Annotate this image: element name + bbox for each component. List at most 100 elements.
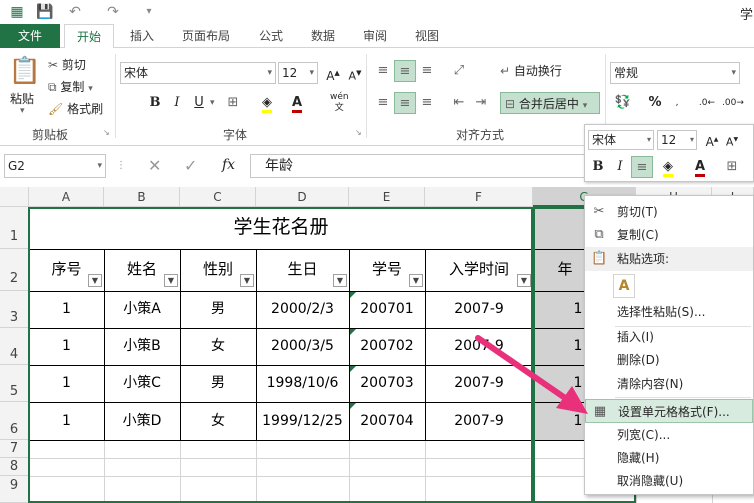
column-header-a[interactable]: A [29,187,104,207]
decrease-indent-icon[interactable]: ⇤ [448,92,470,114]
data-cell[interactable]: 1 [29,402,104,440]
align-middle-icon[interactable]: ≡ [394,60,416,82]
data-cell[interactable]: 1 [29,365,104,402]
align-center-icon[interactable]: ≡ [394,92,416,114]
data-cell[interactable]: 女 [180,402,256,440]
paste-option-icon[interactable]: A [613,274,635,298]
format-painter-button[interactable]: 🖌 格式刷 [48,98,103,120]
column-header-d[interactable]: D [256,187,349,207]
border-icon[interactable]: ⊞ [222,92,244,114]
menu-item-copy[interactable]: ⧉ 复制(C) [585,223,753,247]
row-header-4[interactable]: 4 [0,328,28,365]
font-launcher-icon[interactable]: ↘ [355,128,362,137]
tab-insert[interactable]: 插入 [122,24,162,48]
column-header-c[interactable]: C [180,187,256,207]
merge-center-button[interactable]: ⊟ 合并后居中 ▾ [500,92,600,114]
wrap-text-button[interactable]: ↵ 自动换行 [500,60,562,82]
menu-item-insert[interactable]: 插入(I) [585,325,753,349]
data-cell[interactable]: 女 [180,328,256,365]
paste-icon[interactable]: 📋 [8,54,42,88]
percent-button[interactable]: % [644,92,666,114]
copy-button[interactable]: ⧉ 复制 ▾ [48,76,93,98]
data-cell[interactable]: 200701 [349,291,425,328]
font-color-icon[interactable]: A [689,156,711,178]
row-header-9[interactable]: 9 [0,476,28,503]
data-cell[interactable]: 小策A [104,291,180,328]
increase-font-icon[interactable]: A▲ [322,62,344,84]
italic-button[interactable]: I [166,92,188,114]
row-header-2[interactable]: 2 [0,249,28,291]
menu-item-cut[interactable]: ✂ 剪切(T) [585,200,753,224]
tab-page-layout[interactable]: 页面布局 [174,24,238,48]
column-header-e[interactable]: E [349,187,425,207]
align-top-icon[interactable]: ≡ [372,60,394,82]
comma-icon[interactable]: , [666,92,688,114]
row-header-7[interactable]: 7 [0,440,28,458]
filter-dropdown-icon[interactable]: ▼ [88,274,102,287]
filter-dropdown-icon[interactable]: ▼ [517,274,531,287]
column-header-f[interactable]: F [425,187,533,207]
tab-home[interactable]: 开始 [64,24,114,49]
mini-size-select[interactable]: 12 ▾ [657,130,697,150]
align-left-icon[interactable]: ≡ [372,92,394,114]
increase-font-icon[interactable]: A▲ [701,129,723,151]
cancel-icon[interactable]: ✕ [148,156,161,175]
menu-item-clear-contents[interactable]: 清除内容(N) [585,372,753,396]
bold-button[interactable]: B [144,92,166,114]
increase-decimal-icon[interactable]: .0← [696,92,718,114]
data-cell[interactable]: 2000/2/3 [256,291,349,328]
column-header-b[interactable]: B [104,187,180,207]
font-color-icon[interactable]: A [286,92,308,114]
mini-font-select[interactable]: 宋体 ▾ [588,130,654,150]
decrease-decimal-icon[interactable]: .00→ [722,92,744,114]
customize-qat-icon[interactable]: ▾ [140,3,158,21]
paste-dropdown-icon[interactable]: ▾ [20,106,25,116]
redo-icon[interactable]: ↷ [104,3,122,21]
paste-button[interactable]: 粘贴 [10,90,34,107]
row-header-8[interactable]: 8 [0,458,28,476]
align-bottom-icon[interactable]: ≡ [416,60,438,82]
data-cell[interactable]: 1 [29,291,104,328]
row-header-3[interactable]: 3 [0,291,28,328]
data-cell[interactable]: 小策C [104,365,180,402]
number-format-select[interactable]: 常规 ▾ [610,62,740,84]
phonetic-button[interactable]: wén 文 [330,92,349,114]
mini-italic-button[interactable]: I [609,156,631,178]
fill-color-icon[interactable]: ◈ [256,92,278,114]
decrease-font-icon[interactable]: A▼ [344,62,366,84]
data-cell[interactable]: 1998/10/6 [256,365,349,402]
data-cell[interactable]: 1 [29,328,104,365]
underline-dropdown-icon[interactable]: ▾ [210,98,215,108]
data-cell[interactable]: 小策B [104,328,180,365]
font-size-select[interactable]: 12 ▾ [278,62,318,84]
filter-dropdown-icon[interactable]: ▼ [333,274,347,287]
data-cell[interactable]: 2000/3/5 [256,328,349,365]
undo-icon[interactable]: ↶ [66,3,84,21]
tab-file[interactable]: 文件 [0,24,60,48]
menu-item-paste-special[interactable]: 选择性粘贴(S)... [585,300,753,324]
row-header-1[interactable]: 1 [0,207,28,249]
orientation-icon[interactable]: ⤢ [448,60,470,82]
data-cell[interactable]: 200702 [349,328,425,365]
filter-dropdown-icon[interactable]: ▼ [409,274,423,287]
menu-item-column-width[interactable]: 列宽(C)... [585,423,753,447]
menu-item-hide[interactable]: 隐藏(H) [585,446,753,470]
mini-bold-button[interactable]: B [587,156,609,178]
menu-item-format-cells[interactable]: ▦ 设置单元格格式(F)... [585,399,753,423]
save-icon[interactable]: 💾 [36,3,54,21]
data-cell[interactable]: 小策D [104,402,180,440]
cut-button[interactable]: ✂ 剪切 [48,54,86,76]
data-cell[interactable]: 200703 [349,365,425,402]
data-cell[interactable]: 200704 [349,402,425,440]
row-header-6[interactable]: 6 [0,402,28,440]
tab-formulas[interactable]: 公式 [252,24,290,48]
align-right-icon[interactable]: ≡ [416,92,438,114]
name-box[interactable]: G2 ▾ [4,154,106,178]
data-cell[interactable]: 男 [180,291,256,328]
insert-function-button[interactable]: fx [222,157,235,173]
data-cell[interactable]: 2007-9 [425,291,533,328]
font-name-select[interactable]: 宋体 ▾ [120,62,276,84]
enter-icon[interactable]: ✓ [184,156,197,175]
underline-button[interactable]: U [188,92,210,114]
data-cell[interactable]: 1999/12/25 [256,402,349,440]
